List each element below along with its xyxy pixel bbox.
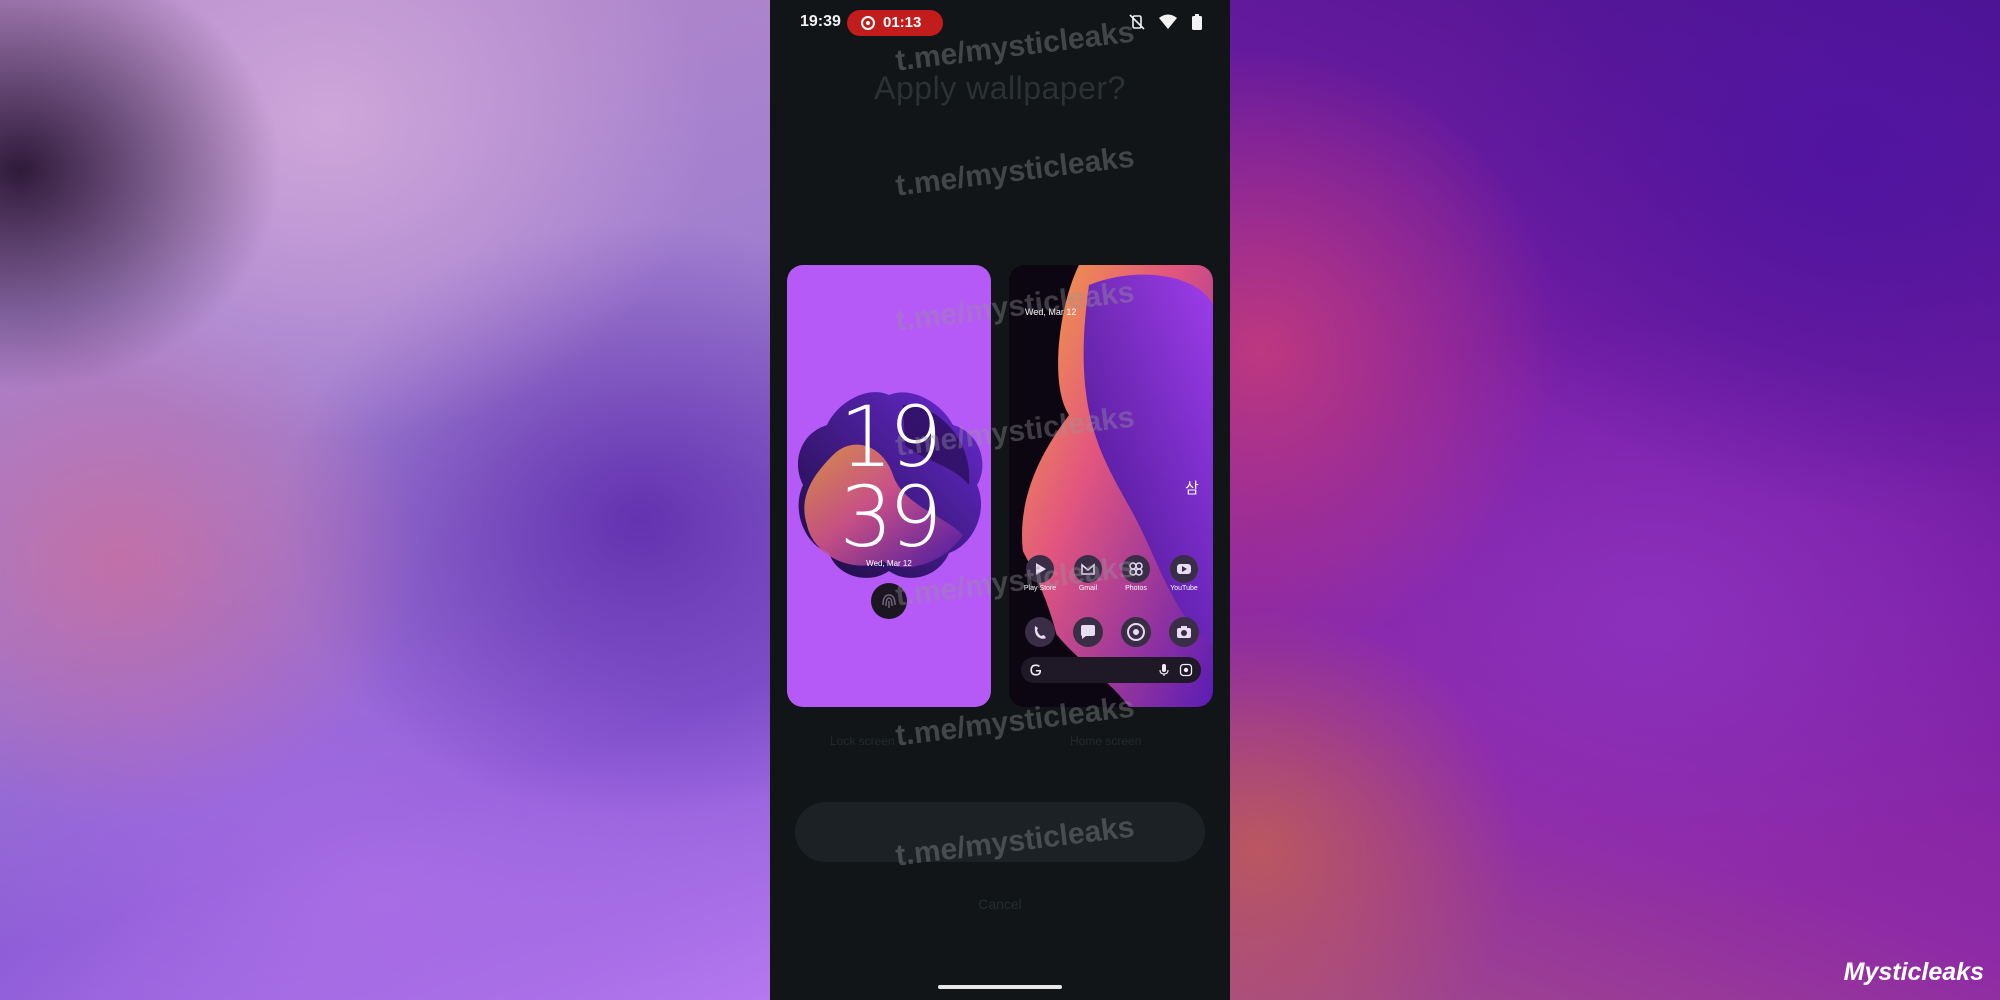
app-label: Gmail [1078, 585, 1098, 592]
fingerprint-icon [871, 583, 907, 619]
play-store-icon [1026, 555, 1054, 583]
lock-screen-caption: Lock screen [830, 734, 895, 748]
recording-timer: 01:13 [883, 14, 922, 31]
blurred-background-left [0, 0, 770, 1000]
phone-screen: 19:39 01:13 Apply wallpaper? 19 39 Wed, … [770, 0, 1230, 1000]
wifi-icon [1158, 14, 1178, 30]
record-icon [861, 16, 875, 30]
blurred-background-right [1230, 0, 2000, 1000]
app-label: Photos [1125, 585, 1147, 592]
phone-icon[interactable] [1025, 617, 1055, 647]
lock-screen-preview[interactable]: 19 39 Wed, Mar 12 [787, 265, 991, 707]
search-bar[interactable] [1021, 657, 1201, 683]
battery-icon [1192, 14, 1202, 30]
home-screen-caption: Home screen [1070, 734, 1142, 748]
google-g-icon [1029, 663, 1043, 682]
chrome-icon[interactable] [1121, 617, 1151, 647]
screen-recording-chip[interactable]: 01:13 [847, 10, 943, 36]
messages-icon[interactable] [1073, 617, 1103, 647]
photos-icon [1122, 555, 1150, 583]
app-photos[interactable]: Photos [1113, 555, 1159, 601]
home-date: Wed, Mar 12 [1025, 307, 1077, 317]
apply-button[interactable] [795, 802, 1205, 862]
lock-clock-minute: 39 [839, 468, 943, 566]
youtube-icon [1170, 555, 1198, 583]
status-time: 19:39 [800, 13, 841, 30]
dialog-title: Apply wallpaper? [874, 70, 1126, 106]
home-widget-glyph: 삼 [1185, 479, 1199, 497]
vibrate-mute-icon [1128, 14, 1146, 30]
lock-clock-hour: 19 [839, 388, 943, 486]
lens-icon[interactable] [1179, 663, 1193, 682]
mic-icon[interactable] [1157, 663, 1171, 682]
home-screen-preview[interactable]: Wed, Mar 12 삼 Play Store Gmail Photos Yo… [1009, 265, 1213, 707]
camera-icon[interactable] [1169, 617, 1199, 647]
app-label: Play Store [1023, 585, 1057, 592]
app-gmail[interactable]: Gmail [1065, 555, 1111, 601]
status-bar: 19:39 01:13 [770, 0, 1230, 46]
watermark-text: t.me/mysticleaks [893, 140, 1137, 203]
app-youtube[interactable]: YouTube [1161, 555, 1207, 601]
app-play-store[interactable]: Play Store [1017, 555, 1063, 601]
app-label: YouTube [1170, 585, 1198, 592]
brand-logo: Mysticleaks [1843, 958, 1984, 986]
cancel-button[interactable]: Cancel [770, 896, 1230, 912]
lock-date: Wed, Mar 12 [866, 559, 912, 568]
gesture-nav-handle[interactable] [938, 985, 1062, 989]
gmail-icon [1074, 555, 1102, 583]
